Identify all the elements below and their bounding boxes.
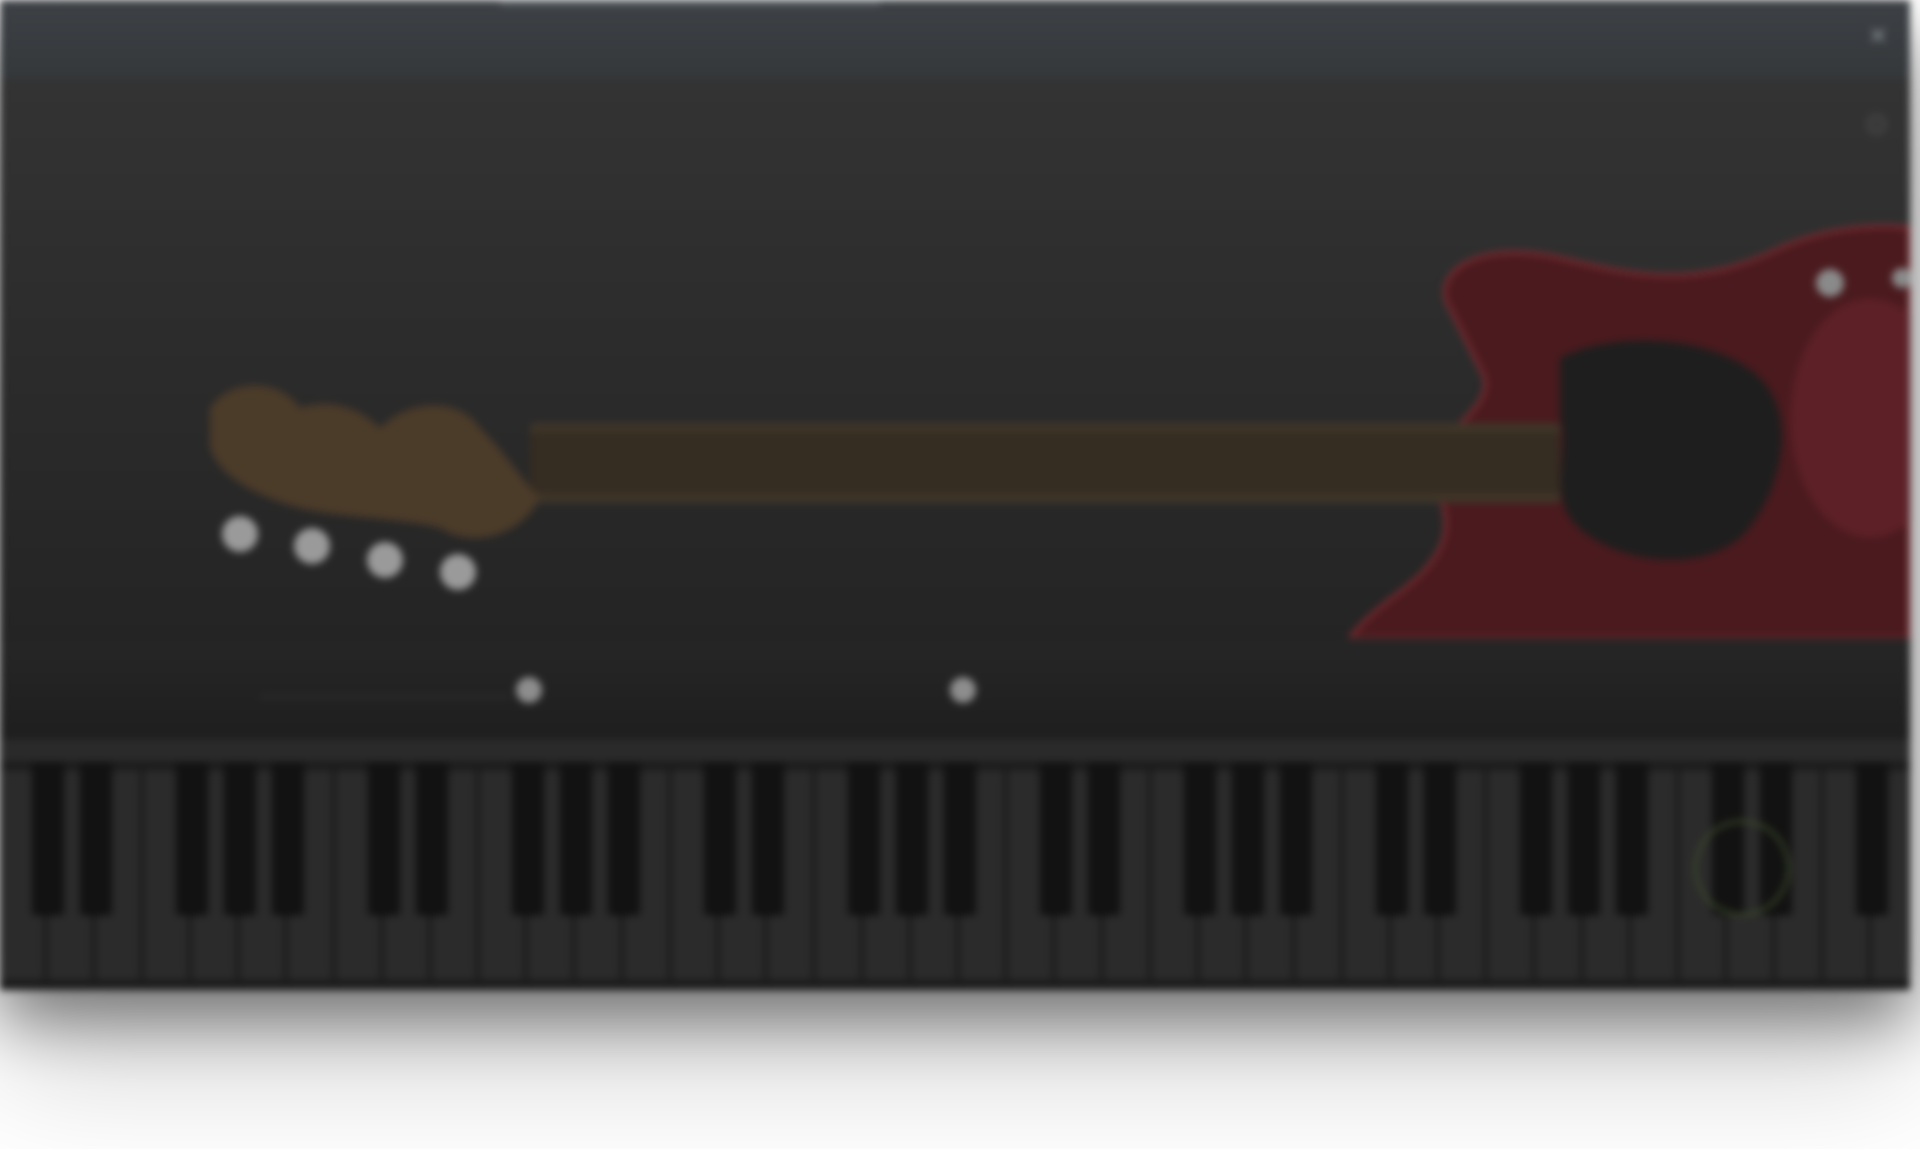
black-key[interactable] [1233, 762, 1263, 912]
black-key[interactable] [1185, 762, 1215, 912]
bass-guitar-illustration [210, 224, 1910, 638]
slider-track[interactable] [260, 696, 510, 698]
black-key[interactable] [1089, 762, 1119, 912]
instrument-stage: ⚙ [0, 78, 1910, 638]
black-key[interactable] [1569, 762, 1599, 912]
black-key[interactable] [1857, 762, 1887, 912]
toggle-indicator[interactable] [950, 677, 976, 703]
black-key[interactable] [273, 762, 303, 912]
title-bar-edge [500, 0, 880, 6]
tuner-peg [440, 554, 476, 590]
black-key[interactable] [945, 762, 975, 912]
black-key[interactable] [81, 762, 111, 912]
volume-knob [1816, 269, 1844, 297]
black-key[interactable] [1281, 762, 1311, 912]
black-key[interactable] [1425, 762, 1455, 912]
close-icon[interactable]: ✕ [1868, 22, 1896, 50]
tuner-peg [294, 528, 330, 564]
title-bar: ✕ [0, 0, 1910, 79]
black-key[interactable] [1041, 762, 1071, 912]
black-key[interactable] [33, 762, 63, 912]
modulation-wheel[interactable] [1694, 820, 1790, 916]
black-key[interactable] [177, 762, 207, 912]
black-key[interactable] [1521, 762, 1551, 912]
black-key[interactable] [609, 762, 639, 912]
black-key[interactable] [1617, 762, 1647, 912]
tuner-peg [222, 516, 258, 552]
guitar-headstock [210, 385, 540, 538]
black-key[interactable] [561, 762, 591, 912]
black-key[interactable] [417, 762, 447, 912]
black-key[interactable] [225, 762, 255, 912]
black-key[interactable] [513, 762, 543, 912]
black-key[interactable] [705, 762, 735, 912]
guitar-fretboard [530, 433, 1560, 493]
black-key[interactable] [369, 762, 399, 912]
black-key[interactable] [849, 762, 879, 912]
app-window: ✕ ⚙ [0, 0, 1910, 990]
slider-handle[interactable] [516, 677, 542, 703]
black-key[interactable] [897, 762, 927, 912]
control-strip [0, 638, 1910, 739]
tuner-peg [367, 542, 403, 578]
pickguard [1560, 340, 1782, 560]
black-key[interactable] [1377, 762, 1407, 912]
black-key[interactable] [753, 762, 783, 912]
piano-keyboard[interactable] [0, 762, 1910, 990]
